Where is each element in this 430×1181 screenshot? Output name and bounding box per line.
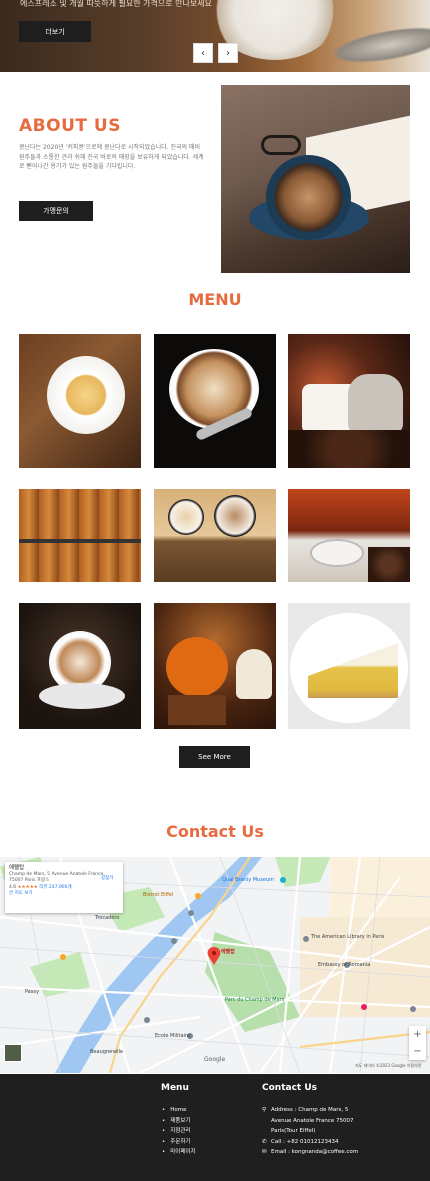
footer-contact-info: ⚲ Address : Champ de Mars, 5 Avenue Anato… [262, 1105, 362, 1158]
about-title: ABOUT US [19, 116, 121, 136]
footer-call: Call : +82 01012123434 [271, 1138, 339, 1145]
pumpkin-cupcake-image [166, 637, 228, 697]
map-label-beaugrenelle: Beaugrenelle [90, 1049, 124, 1055]
footer-menu-title: Menu [161, 1083, 189, 1093]
saucer-image [39, 683, 125, 709]
hero-next-arrow-button[interactable]: › [218, 43, 238, 63]
cup-image [168, 499, 204, 535]
footer-email: Email : kongnanda@coffee.com [271, 1149, 359, 1155]
email-icon: ✉ [262, 1149, 267, 1155]
coffee-cup-image [47, 356, 125, 434]
menu-item-fireplace-coffee[interactable] [288, 489, 410, 582]
cup-image [214, 495, 256, 537]
map-attribution: 지도 데이터 ©2023 Google 이용약관 [355, 1063, 422, 1068]
see-more-button[interactable]: See More [179, 746, 250, 768]
footer-address: Address : Champ de Mars, 5 Avenue Anatol… [271, 1107, 354, 1134]
glasses-image [261, 135, 301, 155]
larger-map-link[interactable]: 큰 지도 보기 [9, 891, 119, 898]
menu-title: MENU [188, 290, 242, 309]
hero-banner: 에스프레소 및 개월 따뜻하게 필요한 가격으로 만나보세요 더보기 ‹ › [0, 0, 430, 72]
cupcake-base-image [168, 695, 226, 725]
tray-edge [19, 539, 141, 543]
zoom-in-button[interactable]: + [413, 1029, 421, 1040]
rating-stars-icon: ★★★★★ [17, 884, 38, 890]
about-description: 콩난다는 2020년 '커피콩'으로에 콩난다로 시작되었습니다. 진국의 매비… [19, 144, 204, 170]
map-label-passy: Passy [25, 989, 40, 995]
zoom-out-button[interactable]: − [413, 1046, 421, 1057]
menu-item-coffee-sack[interactable] [288, 334, 410, 468]
map-label-bistro: Bistrot Eiffel [143, 892, 174, 898]
beans-image [288, 430, 410, 468]
beans-image [368, 547, 410, 582]
footer-link-branches[interactable]: 지점관리 [162, 1126, 196, 1137]
map-label-library: The American Library in Paris [311, 934, 385, 940]
location-pin-icon: ⚲ [262, 1107, 267, 1113]
hero-prev-arrow-button[interactable]: ‹ [193, 43, 213, 63]
footer: Menu Home 제품보기 지점관리 주문하기 마이페이지 Contact U… [0, 1074, 430, 1181]
latte-mug-image [266, 155, 351, 240]
map-place-card: 에펠탑 Champ de Mars, 5 Avenue Anatole Fran… [5, 862, 123, 913]
menu-item-lemon-tart[interactable] [288, 603, 410, 729]
directions-link[interactable]: 길찾기 [101, 876, 113, 883]
menu-item-croissants[interactable] [19, 489, 141, 582]
footer-link-mypage[interactable]: 마이페이지 [162, 1147, 195, 1158]
menu-item-latte-dark[interactable] [19, 603, 141, 729]
place-rating: 4.6 [9, 884, 17, 890]
contact-title: Contact Us [166, 822, 264, 841]
map-label-stadium: Ecole Militaire [155, 1033, 190, 1039]
cup-image [312, 541, 362, 565]
map-label-park: Parc du Champ de Mars [225, 997, 285, 1003]
hero-spoon-image [328, 19, 430, 71]
menu-item-latte-art-cup[interactable] [154, 334, 276, 468]
google-map[interactable]: Quai Branly Museum Bistrot Eiffel 에펠탑 Ec… [0, 857, 430, 1073]
menu-item-halloween-cupcakes[interactable] [154, 603, 276, 729]
google-logo: Google [204, 1056, 226, 1063]
hero-more-button[interactable]: 더보기 [19, 21, 91, 42]
franchise-inquiry-button[interactable]: 가맹문의 [19, 201, 93, 221]
hero-caption: 에스프레소 및 개월 따뜻하게 필요한 가격으로 만나보세요 [20, 0, 212, 8]
map-label-tower: 에펠탑 [221, 949, 235, 955]
footer-menu-list: Home 제품보기 지점관리 주문하기 마이페이지 [162, 1105, 196, 1158]
footer-link-products[interactable]: 제품보기 [162, 1116, 196, 1127]
footer-link-home[interactable]: Home [162, 1105, 196, 1116]
sack-image [348, 374, 403, 434]
ghost-cupcake-image [236, 649, 272, 699]
footer-link-order[interactable]: 주문하기 [162, 1137, 196, 1148]
footer-contact-title: Contact Us [262, 1083, 318, 1093]
about-image [221, 85, 410, 273]
map-label-museum: Quai Branly Museum [222, 877, 275, 883]
map-satellite-toggle[interactable] [4, 1044, 22, 1062]
menu-item-coffee-beans-cup[interactable] [19, 334, 141, 468]
phone-icon: ✆ [262, 1138, 267, 1145]
map-zoom-control: + − [409, 1026, 426, 1060]
place-reviews-link[interactable]: 리뷰 247,900개 [39, 885, 71, 890]
menu-item-coffee-and-pastry[interactable] [154, 489, 276, 582]
map-label-embassy: Embassy of Romania [318, 962, 371, 968]
map-label-trocadero: Trocadéro [95, 915, 120, 921]
